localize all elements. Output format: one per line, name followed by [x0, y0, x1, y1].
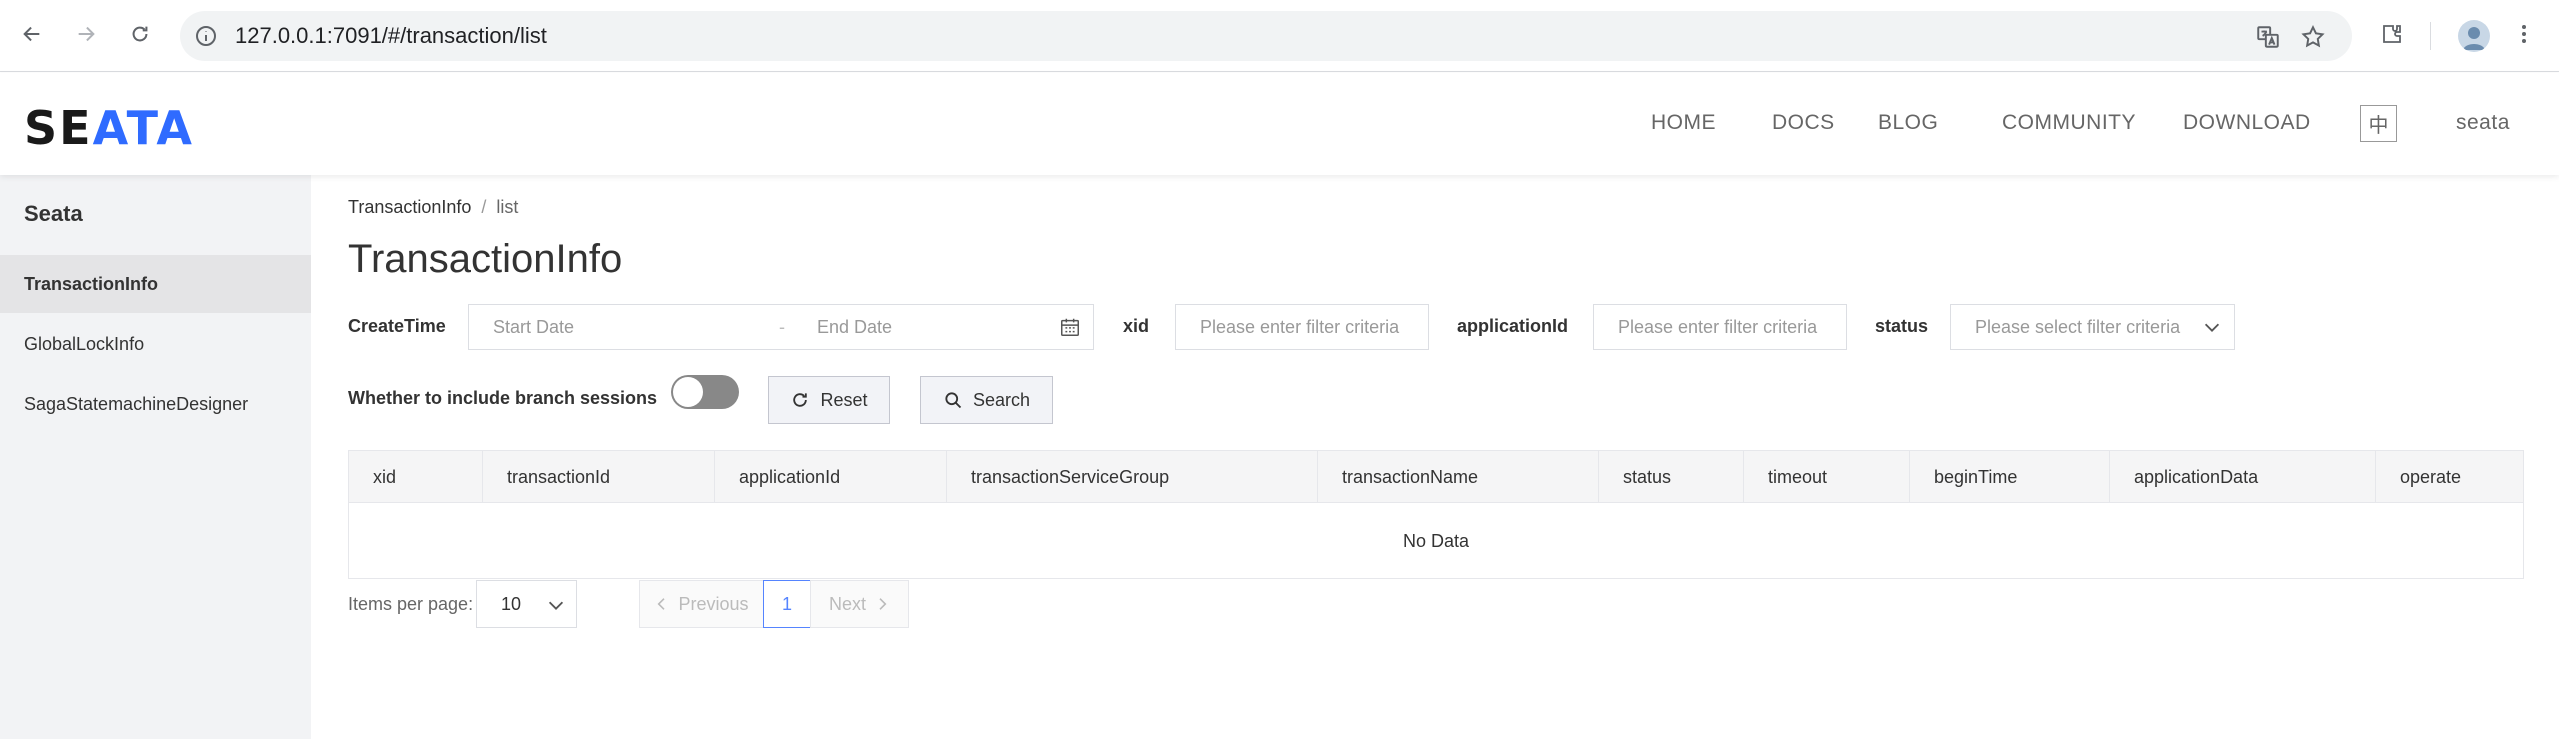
start-date-input[interactable]: Start Date	[493, 317, 574, 338]
createtime-label: CreateTime	[348, 316, 446, 336]
branch-sessions-label: Whether to include branch sessions	[348, 388, 658, 408]
search-icon	[945, 392, 962, 409]
branch-sessions-toggle[interactable]	[671, 375, 739, 409]
breadcrumb-root[interactable]: TransactionInfo	[348, 197, 471, 217]
profile-avatar-icon[interactable]	[2458, 20, 2490, 52]
chevron-down-icon	[548, 601, 564, 610]
page-title: TransactionInfo	[348, 237, 623, 281]
main-content: TransactionInfo / list TransactionInfo Cre…	[311, 175, 2559, 739]
sidebar-item-transactioninfo[interactable]: TransactionInfo	[0, 255, 311, 313]
site-info-icon[interactable]	[194, 24, 218, 48]
column-header-operate: operate	[2400, 466, 2462, 487]
search-button[interactable]: Search	[920, 376, 1053, 424]
nav-docs[interactable]: DOCS	[1772, 111, 1835, 135]
sidebar-item-label: SagaStatemachineDesigner	[24, 393, 249, 414]
url-text[interactable]: 127.0.0.1:7091/#/transaction/list	[235, 23, 547, 49]
xid-placeholder: Please enter filter criteria	[1200, 317, 1400, 337]
end-date-input[interactable]: End Date	[817, 317, 892, 338]
refresh-icon	[793, 393, 808, 407]
sidebar-item-label: GlobalLockInfo	[24, 333, 145, 354]
sidebar-item-label: TransactionInfo	[24, 273, 159, 294]
search-label: Search	[972, 389, 1031, 410]
column-header-applicationdata: applicationData	[2110, 451, 2376, 503]
next-page-button[interactable]: Next	[810, 580, 909, 628]
date-range-picker[interactable]: Start Date - End Date	[468, 304, 1094, 350]
status-label: status	[1875, 316, 1929, 336]
table-header: xid transactionId applicationId transact…	[349, 451, 2523, 503]
sidebar-title: Seata	[24, 201, 83, 226]
range-separator: -	[779, 317, 785, 337]
sidebar-item-sagastatemachinedesigner[interactable]: SagaStatemachineDesigner	[0, 375, 311, 433]
column-header-xid: xid	[349, 451, 483, 503]
calendar-icon[interactable]	[1059, 316, 1081, 338]
column-header-transactionservicegroup: transactionServiceGroup	[947, 451, 1318, 503]
reset-label: Reset	[820, 389, 868, 410]
breadcrumb-current: list	[496, 197, 519, 217]
column-header-transactionname: transactionName	[1318, 451, 1599, 503]
language-toggle-button[interactable]: 中	[2360, 105, 2397, 142]
breadcrumb-separator: /	[481, 197, 487, 217]
applicationid-placeholder: Please enter filter criteria	[1618, 317, 1818, 337]
bookmark-star-icon[interactable]	[2300, 24, 2326, 50]
breadcrumb: TransactionInfo / list	[348, 197, 518, 218]
empty-state: No Data	[1402, 531, 1470, 551]
applicationid-input[interactable]: Please enter filter criteria	[1593, 304, 1847, 350]
address-bar[interactable]: 127.0.0.1:7091/#/transaction/list	[180, 11, 2352, 61]
column-header-applicationid: applicationId	[715, 451, 947, 503]
nav-download[interactable]: DOWNLOAD	[2183, 111, 2311, 135]
app-header: SEATA HOME DOCS BLOG COMMUNITY DOWNLOAD …	[0, 73, 2559, 175]
column-header-begintime: beginTime	[1910, 451, 2110, 503]
nav-community[interactable]: COMMUNITY	[2002, 111, 2136, 135]
status-select[interactable]: Please select filter criteria	[1950, 304, 2235, 350]
translate-icon[interactable]	[2255, 24, 2281, 50]
forward-icon[interactable]	[68, 16, 104, 52]
xid-label: xid	[1123, 316, 1150, 336]
user-name[interactable]: seata	[2456, 111, 2510, 135]
toolbar-divider	[2430, 22, 2431, 50]
column-header-transactionid: transactionId	[483, 451, 715, 503]
nav-blog[interactable]: BLOG	[1878, 111, 1938, 135]
reset-button[interactable]: Reset	[768, 376, 890, 424]
column-header-status: status	[1599, 451, 1744, 503]
page-1-button[interactable]: 1	[763, 580, 811, 628]
previous-page-button[interactable]: Previous	[639, 580, 764, 628]
chevron-right-icon	[879, 598, 887, 610]
nav-home[interactable]: HOME	[1651, 111, 1716, 135]
items-per-page-label: Items per page:	[348, 594, 474, 614]
transaction-table: xid transactionId applicationId transact…	[348, 450, 2524, 579]
extensions-icon[interactable]	[2374, 16, 2410, 52]
status-placeholder: Please select filter criteria	[1975, 317, 2181, 337]
xid-input[interactable]: Please enter filter criteria	[1175, 304, 1429, 350]
next-label: Next	[828, 593, 866, 614]
sidebar: Seata TransactionInfo GlobalLockInfo Sag…	[0, 175, 311, 739]
applicationid-label: applicationId	[1457, 316, 1569, 336]
page-size-value: 10	[501, 594, 522, 614]
more-menu-icon[interactable]	[2506, 16, 2542, 52]
chevron-down-icon	[2204, 323, 2220, 332]
toggle-knob	[673, 377, 703, 407]
previous-label: Previous	[678, 593, 749, 614]
column-header-timeout: timeout	[1744, 451, 1910, 503]
back-icon[interactable]	[14, 16, 50, 52]
reload-icon[interactable]	[122, 16, 158, 52]
page-size-select[interactable]: 10	[476, 580, 577, 628]
top-nav: HOME DOCS BLOG COMMUNITY DOWNLOAD 中 seat…	[0, 73, 2559, 175]
browser-toolbar: 127.0.0.1:7091/#/transaction/list	[0, 0, 2559, 72]
sidebar-item-globallockinfo[interactable]: GlobalLockInfo	[0, 315, 311, 373]
chevron-left-icon	[658, 598, 666, 610]
